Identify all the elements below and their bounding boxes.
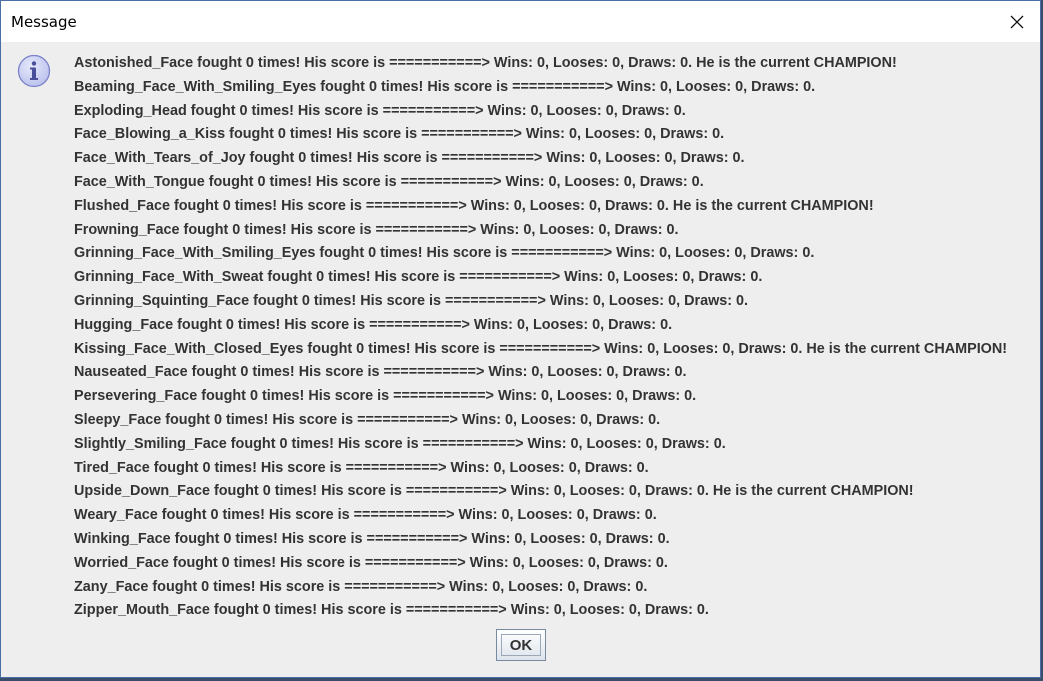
message-line: Tired_Face fought 0 times! His score is …: [74, 459, 649, 476]
message-line: Weary_Face fought 0 times! His score is …: [74, 507, 657, 524]
message-line: Zipper_Mouth_Face fought 0 times! His sc…: [74, 602, 709, 619]
ok-button-label: OK: [501, 634, 541, 656]
message-line: Exploding_Head fought 0 times! His score…: [74, 102, 686, 119]
message-line: Face_With_Tongue fought 0 times! His sco…: [74, 173, 704, 190]
close-button[interactable]: [994, 1, 1040, 42]
title-bar[interactable]: Message: [1, 1, 1040, 42]
message-line: Slightly_Smiling_Face fought 0 times! Hi…: [74, 435, 726, 452]
message-line: Persevering_Face fought 0 times! His sco…: [74, 388, 697, 405]
message-line: Winking_Face fought 0 times! His score i…: [74, 530, 670, 547]
message-line: Grinning_Face_With_Smiling_Eyes fought 0…: [74, 245, 815, 262]
window-title: Message: [11, 12, 77, 31]
ok-button[interactable]: OK: [496, 629, 546, 661]
message-line: Flushed_Face fought 0 times! His score i…: [74, 197, 874, 214]
message-line: Zany_Face fought 0 times! His score is =…: [74, 578, 648, 595]
message-line: Upside_Down_Face fought 0 times! His sco…: [74, 483, 914, 500]
info-icon: [17, 54, 51, 88]
message-list: Astonished_Face fought 0 times! His scor…: [74, 55, 1007, 626]
message-line: Face_Blowing_a_Kiss fought 0 times! His …: [74, 126, 725, 143]
message-line: Frowning_Face fought 0 times! His score …: [74, 221, 679, 238]
message-line: Sleepy_Face fought 0 times! His score is…: [74, 411, 661, 428]
close-icon: [1010, 15, 1024, 28]
message-line: Grinning_Face_With_Sweat fought 0 times!…: [74, 269, 763, 286]
message-line: Worried_Face fought 0 times! His score i…: [74, 554, 668, 571]
message-line: Nauseated_Face fought 0 times! His score…: [74, 364, 687, 381]
message-line: Grinning_Squinting_Face fought 0 times! …: [74, 292, 749, 309]
message-line: Beaming_Face_With_Smiling_Eyes fought 0 …: [74, 78, 816, 95]
message-line: Kissing_Face_With_Closed_Eyes fought 0 t…: [74, 340, 1008, 357]
message-dialog: Message Astonished_Face fought 0 times!: [0, 0, 1041, 678]
message-line: Face_With_Tears_of_Joy fought 0 times! H…: [74, 150, 745, 167]
dialog-content: Astonished_Face fought 0 times! His scor…: [1, 42, 1040, 677]
message-line: Astonished_Face fought 0 times! His scor…: [74, 55, 897, 71]
message-line: Hugging_Face fought 0 times! His score i…: [74, 316, 673, 333]
